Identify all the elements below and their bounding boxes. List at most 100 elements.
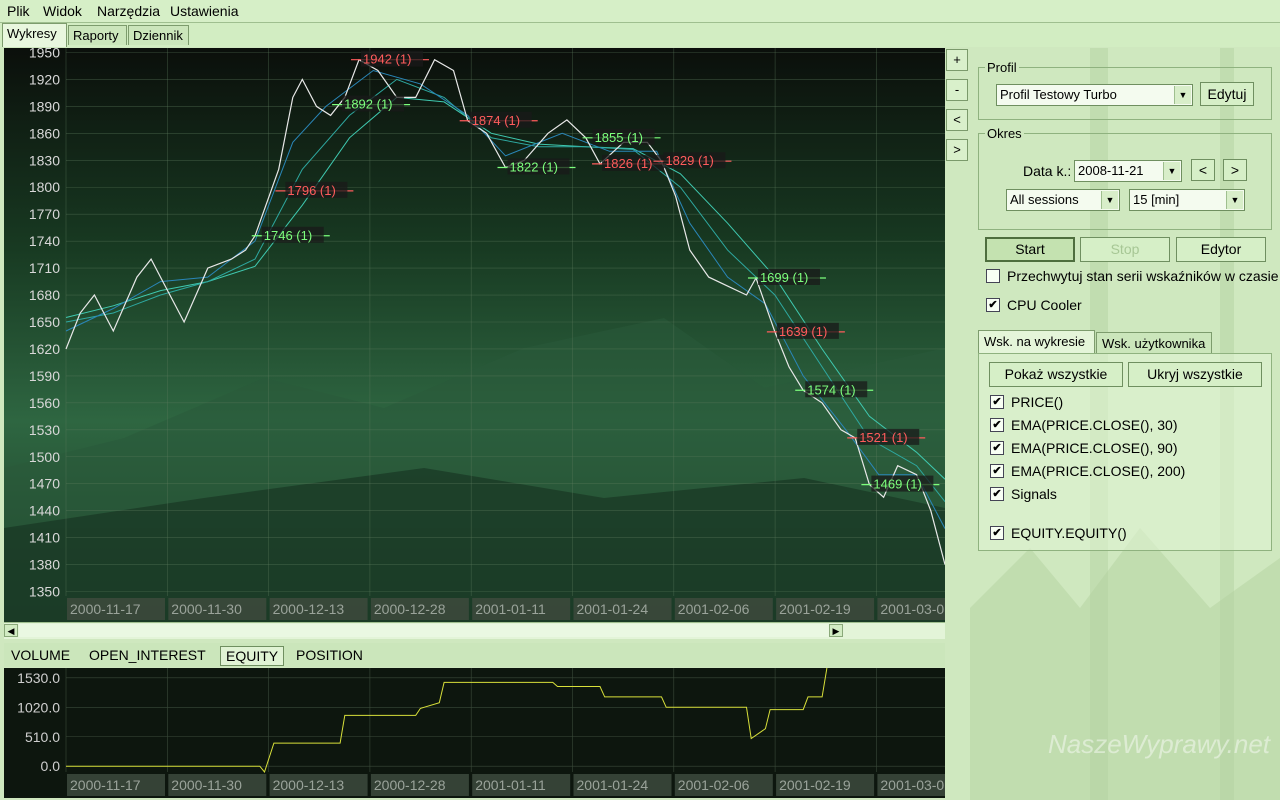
x-tick-label: 2001-01-24 — [577, 601, 649, 617]
show-all-button[interactable]: Pokaż wszystkie — [989, 362, 1123, 387]
y-tick-label: 1560 — [29, 395, 60, 411]
x-tick-label: 2000-11-17 — [70, 777, 141, 793]
watermark-text: NaszeWyprawy.net — [1047, 729, 1270, 759]
menu-settings[interactable]: Ustawienia — [170, 3, 238, 19]
signal-label: 1874 (1) — [472, 113, 520, 128]
x-tick-label: 2001-03-0 — [880, 777, 944, 793]
subtab-equity[interactable]: EQUITY — [220, 646, 285, 666]
checkbox-icon[interactable]: ✔ — [990, 487, 1004, 501]
menu-view[interactable]: Widok — [43, 3, 82, 19]
checkbox-icon[interactable]: ✔ — [990, 395, 1004, 409]
scroll-right-arrow-icon[interactable]: ▶ — [829, 624, 843, 637]
indicator-item[interactable]: ✔ EMA(PRICE.CLOSE(), 200) — [990, 463, 1260, 481]
menu-tools[interactable]: Narzędzia — [97, 3, 160, 19]
y-tick-label: 1950 — [29, 48, 60, 60]
x-tick-label: 2001-01-11 — [475, 601, 546, 617]
tab-journal[interactable]: Dziennik — [128, 25, 189, 45]
signal-label: 1746 (1) — [264, 228, 312, 243]
sessions-select[interactable]: All sessions ▼ — [1006, 189, 1120, 211]
y-tick-label: 1020.0 — [17, 699, 60, 715]
x-tick-label: 2001-03-0 — [880, 601, 944, 617]
date-picker[interactable]: 2008-11-21 ▼ — [1074, 160, 1182, 182]
signal-label: 1469 (1) — [873, 477, 921, 492]
chevron-down-icon[interactable]: ▼ — [1101, 191, 1118, 209]
capture-series-checkbox[interactable]: Przechwytuj stan serii wskaźników w czas… — [986, 268, 1279, 286]
y-tick-label: 1860 — [29, 125, 60, 141]
indicator-item[interactable]: ✔ EQUITY.EQUITY() — [990, 525, 1260, 543]
checkbox-icon[interactable]: ✔ — [986, 298, 1000, 312]
signal-label: 1822 (1) — [510, 159, 558, 174]
chevron-down-icon[interactable]: ▼ — [1226, 191, 1243, 209]
start-button[interactable]: Start — [985, 237, 1075, 262]
scroll-back-button[interactable]: < — [946, 109, 968, 131]
editor-button[interactable]: Edytor — [1176, 237, 1266, 262]
indicator-label: EMA(PRICE.CLOSE(), 30) — [1011, 417, 1178, 433]
menu-file[interactable]: Plik — [7, 3, 30, 19]
x-tick-label: 2000-12-13 — [273, 777, 345, 793]
edit-profile-button[interactable]: Edytuj — [1200, 82, 1254, 106]
x-tick-label: 2001-01-24 — [577, 777, 649, 793]
checkbox-icon[interactable]: ✔ — [990, 441, 1004, 455]
indicator-item[interactable]: ✔ Signals — [990, 486, 1260, 504]
profile-select[interactable]: Profil Testowy Turbo ▼ — [996, 84, 1193, 106]
indicator-item[interactable]: ✔ EMA(PRICE.CLOSE(), 90) — [990, 440, 1260, 458]
checkbox-icon[interactable]: ✔ — [990, 464, 1004, 478]
checkbox-icon[interactable]: ✔ — [990, 418, 1004, 432]
subtab-volume[interactable]: VOLUME — [6, 646, 75, 666]
scrollbar-track[interactable] — [19, 624, 829, 637]
tab-charts[interactable]: Wykresy — [2, 23, 67, 47]
checkbox-icon[interactable] — [986, 269, 1000, 283]
signal-label: 1796 (1) — [287, 183, 335, 198]
scroll-left-arrow-icon[interactable]: ◀ — [4, 624, 18, 637]
indicator-item[interactable]: ✔ PRICE() — [990, 394, 1260, 412]
y-tick-label: 1650 — [29, 314, 60, 330]
tab-user-indicators[interactable]: Wsk. użytkownika — [1096, 332, 1212, 354]
tab-chart-indicators[interactable]: Wsk. na wykresie — [978, 330, 1095, 354]
zoom-in-button[interactable]: + — [946, 49, 968, 71]
price-chart[interactable]: 1942 (1) 1892 (1) 1796 (1) 1746 (1) 1874 (1)… — [4, 48, 945, 622]
stop-button[interactable]: Stop — [1080, 237, 1170, 262]
date-value: 2008-11-21 — [1078, 163, 1144, 178]
y-tick-label: 1350 — [29, 584, 60, 600]
y-tick-label: 1710 — [29, 260, 60, 276]
y-tick-label: 1380 — [29, 557, 60, 573]
indicator-label: Signals — [1011, 486, 1057, 502]
indicator-label: EQUITY.EQUITY() — [1011, 525, 1127, 541]
interval-value: 15 [min] — [1133, 192, 1180, 207]
tab-reports[interactable]: Raporty — [68, 25, 127, 45]
y-tick-label: 1920 — [29, 71, 60, 87]
y-tick-label: 1620 — [29, 341, 60, 357]
y-tick-label: 1440 — [29, 503, 60, 519]
indicator-item[interactable]: ✔ EMA(PRICE.CLOSE(), 30) — [990, 417, 1260, 435]
chevron-down-icon[interactable]: ▼ — [1174, 86, 1191, 104]
sessions-value: All sessions — [1010, 192, 1079, 207]
interval-select[interactable]: 15 [min] ▼ — [1129, 189, 1245, 211]
subtab-position[interactable]: POSITION — [291, 646, 368, 666]
equity-chart-svg: 1530.0 1020.0 510.0 0.0 2000-11-17 2000-11-3… — [4, 668, 945, 798]
chart-horizontal-scrollbar[interactable]: ◀ ▶ — [4, 622, 945, 639]
subtab-open-interest[interactable]: OPEN_INTEREST — [84, 646, 211, 666]
x-tick-label: 2001-01-11 — [475, 777, 546, 793]
main-tab-bar: Wykresy Raporty Dziennik — [0, 23, 1280, 47]
date-prev-button[interactable]: < — [1191, 159, 1215, 181]
y-tick-label: 1590 — [29, 368, 60, 384]
chevron-down-icon[interactable]: ▼ — [1163, 162, 1180, 180]
signal-label: 1699 (1) — [760, 270, 808, 285]
cpu-cooler-checkbox[interactable]: ✔ CPU Cooler — [986, 297, 1186, 315]
y-tick-label: 510.0 — [25, 729, 60, 745]
scroll-forward-button[interactable]: > — [946, 139, 968, 161]
zoom-out-button[interactable]: - — [946, 79, 968, 101]
checkbox-icon[interactable]: ✔ — [990, 526, 1004, 540]
x-tick-label: 2000-11-17 — [70, 601, 141, 617]
signal-label: 1855 (1) — [595, 130, 643, 145]
y-tick-label: 1740 — [29, 233, 60, 249]
date-label: Data k.: — [1023, 163, 1072, 179]
x-tick-label: 2001-02-06 — [678, 601, 750, 617]
hide-all-button[interactable]: Ukryj wszystkie — [1128, 362, 1262, 387]
y-tick-label: 1680 — [29, 287, 60, 303]
equity-chart[interactable]: 1530.0 1020.0 510.0 0.0 2000-11-17 2000-11-3… — [4, 668, 945, 798]
indicator-label: PRICE() — [1011, 394, 1064, 410]
x-tick-label: 2000-12-13 — [273, 601, 345, 617]
date-next-button[interactable]: > — [1223, 159, 1247, 181]
x-tick-label: 2001-02-19 — [779, 777, 851, 793]
